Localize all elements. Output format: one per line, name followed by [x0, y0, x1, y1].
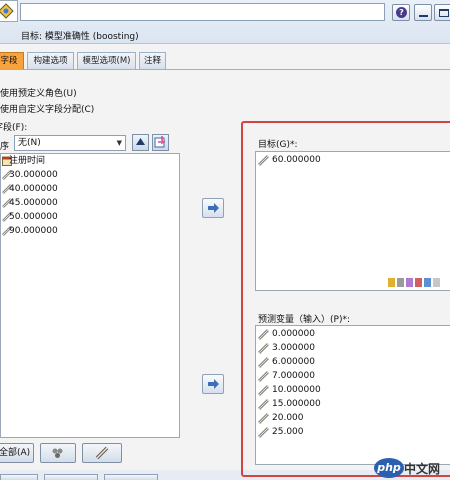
predictor-field-name: 3.000000 — [272, 343, 315, 353]
predictor-field-name: 15.000000 — [272, 399, 321, 409]
flag-icon — [388, 278, 395, 287]
maximize-icon — [439, 9, 449, 17]
predictor-field-name: 7.000000 — [272, 371, 315, 381]
predictor-field-name: 20.000 — [272, 413, 304, 423]
footer-button[interactable] — [44, 474, 98, 480]
ruler-icon — [258, 343, 269, 354]
select-continuous-button[interactable] — [82, 443, 122, 463]
field-name: 注册时间 — [9, 156, 46, 166]
ordinal-icon — [415, 278, 422, 287]
nominal-icon — [406, 278, 413, 287]
predictors-label: 预测变量（输入）(P)*: — [258, 315, 350, 325]
ruler-icon — [258, 329, 269, 340]
ruler-icon — [258, 399, 269, 410]
typeless-icon — [433, 278, 440, 287]
predictor-field-name: 6.000000 — [272, 357, 315, 367]
select-none-button[interactable] — [40, 443, 76, 463]
minimize-icon — [419, 15, 428, 17]
nodes-icon — [397, 278, 404, 287]
move-to-target-button[interactable] — [202, 198, 224, 218]
fields-list[interactable]: 注册时间 30.000000 40.000000 45.000000 50.00… — [0, 153, 180, 438]
field-name: 90.000000 — [9, 226, 58, 236]
predictor-field-name: 25.000 — [272, 427, 304, 437]
select-fields-icon — [154, 136, 166, 148]
sort-ascending-button[interactable] — [132, 134, 149, 151]
field-name: 30.000000 — [9, 170, 58, 180]
ruler-icon — [258, 413, 269, 424]
target-title: 目标: 模型准确性 (boosting) — [21, 32, 139, 42]
radio-custom-assignment[interactable]: 使用自定义字段分配(C) — [0, 102, 94, 115]
ruler-icon — [95, 446, 109, 460]
tab-fields[interactable]: 字段 — [0, 52, 24, 70]
nodes-icon — [52, 448, 63, 458]
sort-select[interactable]: 无(N) ▼ — [14, 135, 126, 151]
tab-model-options[interactable]: 模型选项(M) — [77, 52, 136, 70]
field-select-button[interactable] — [152, 134, 169, 151]
radio-predefined-roles[interactable]: 使用预定义角色(U) — [0, 86, 77, 99]
footer-button[interactable] — [0, 474, 38, 480]
maximize-button[interactable] — [434, 4, 450, 21]
help-button[interactable]: ? — [392, 4, 410, 21]
predictor-field-name: 10.000000 — [272, 385, 321, 395]
ruler-icon — [258, 385, 269, 396]
minimize-button[interactable] — [414, 4, 432, 21]
predictors-list[interactable]: 0.000000 3.000000 6.000000 7.000000 10.0… — [255, 325, 450, 465]
help-icon: ? — [396, 7, 407, 18]
predictor-field-name: 0.000000 — [272, 329, 315, 339]
ruler-icon — [258, 371, 269, 382]
tab-annotations[interactable]: 注释 — [139, 52, 166, 70]
field-name: 40.000000 — [9, 184, 58, 194]
watermark-logo: php — [374, 458, 404, 478]
fields-label: 字段(F): — [0, 123, 28, 133]
tab-build-options[interactable]: 构建选项 — [27, 52, 74, 70]
footer-button[interactable] — [104, 474, 158, 480]
select-all-button[interactable]: 全部(A) — [0, 443, 34, 463]
target-list[interactable]: 60.000000 — [255, 151, 450, 291]
sort-select-value: 无(N) — [18, 138, 41, 148]
ruler-icon — [258, 357, 269, 368]
sort-up-icon — [136, 138, 145, 145]
field-name: 45.000000 — [9, 198, 58, 208]
tab-divider — [0, 69, 450, 70]
chevron-down-icon: ▼ — [116, 139, 122, 147]
ruler-icon — [258, 155, 269, 166]
move-to-predictors-button[interactable] — [202, 374, 224, 394]
target-field-name: 60.000000 — [272, 155, 321, 165]
target-label: 目标(G)*: — [258, 140, 298, 150]
continuous-icon — [424, 278, 431, 287]
watermark-text: 中文网 — [404, 462, 441, 476]
ruler-icon — [258, 427, 269, 438]
sort-label: 序 — [0, 142, 10, 152]
arrow-right-icon — [208, 379, 219, 389]
node-name-input[interactable] — [20, 3, 385, 21]
node-icon — [0, 0, 18, 22]
field-name: 50.000000 — [9, 212, 58, 222]
arrow-right-icon — [208, 203, 219, 213]
